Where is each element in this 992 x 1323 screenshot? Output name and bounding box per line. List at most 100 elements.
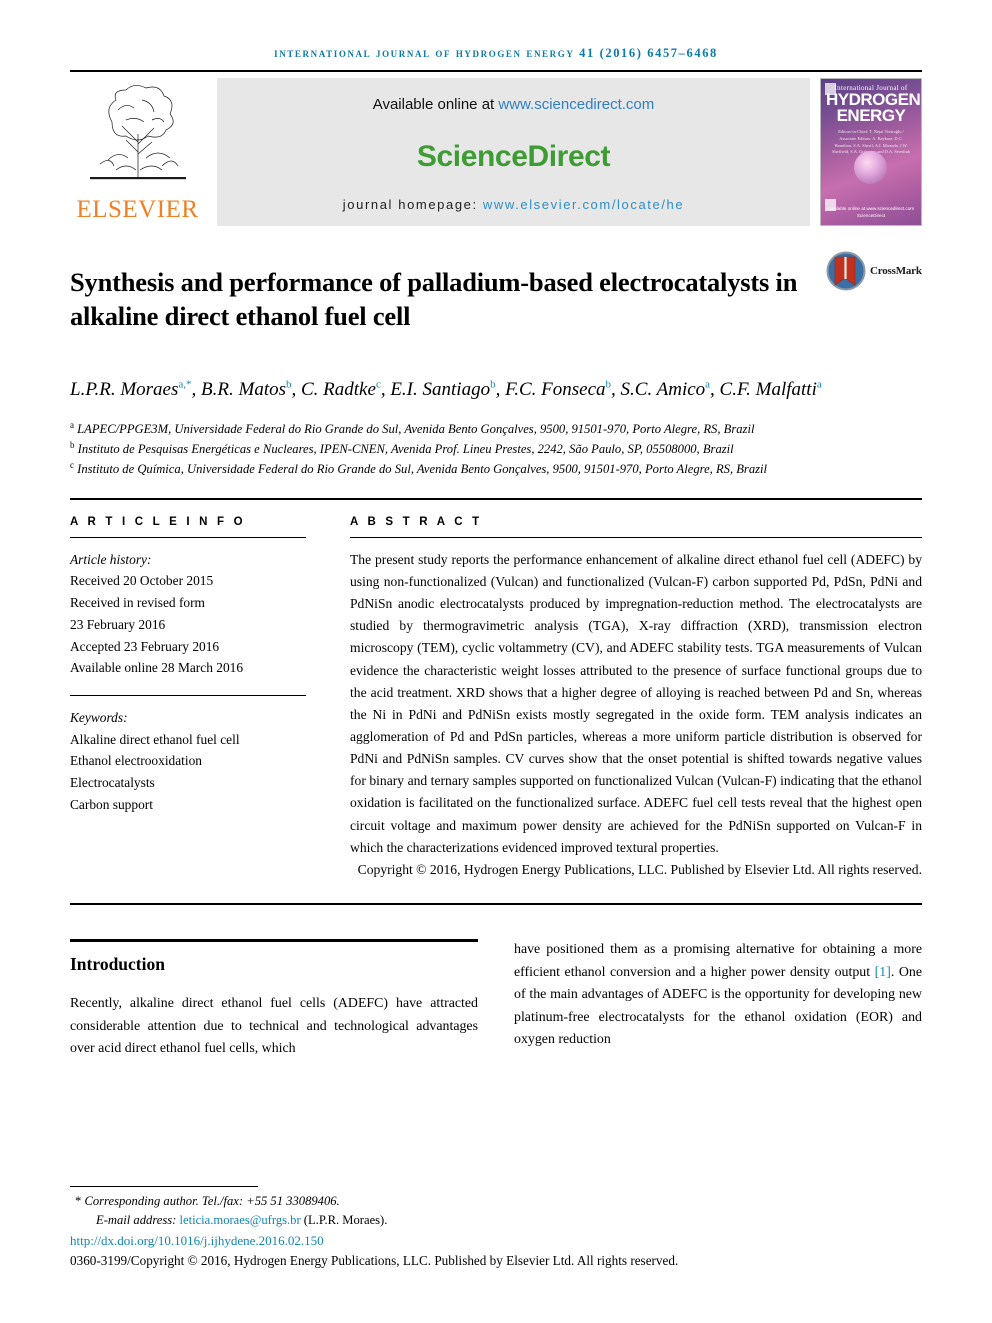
affiliation-list: a LAPEC/PPGE3M, Universidade Federal do … bbox=[70, 419, 922, 480]
header-rule bbox=[70, 70, 922, 72]
affiliation-marker: b bbox=[70, 440, 75, 451]
cover-sciencedirect-note: Available online at www.sciencedirect.co… bbox=[827, 206, 915, 219]
author-item: S.C. Amicoa bbox=[621, 379, 711, 400]
section-divider-bottom bbox=[70, 903, 922, 906]
abstract-copyright: Copyright © 2016, Hydrogen Energy Public… bbox=[357, 861, 922, 877]
crossmark-label: CrossMark bbox=[870, 265, 922, 277]
citation-link-1[interactable]: [1] bbox=[875, 965, 891, 980]
author-list: L.P.R. Moraesa,*, B.R. Matosb, C. Radtke… bbox=[70, 378, 822, 401]
author-affil-marker: a bbox=[705, 378, 711, 391]
crossmark-icon bbox=[826, 251, 866, 291]
journal-homepage-line: journal homepage: www.elsevier.com/locat… bbox=[343, 197, 684, 212]
journal-homepage-url[interactable]: www.elsevier.com/locate/he bbox=[483, 197, 684, 212]
keywords-block: Keywords: Alkaline direct ethanol fuel c… bbox=[70, 707, 306, 816]
author-item: C.F. Malfattia bbox=[720, 379, 822, 400]
page-title: Synthesis and performance of palladium-b… bbox=[70, 266, 798, 331]
keyword-item: Ethanol electrooxidation bbox=[70, 753, 203, 769]
abstract-column: A B S T R A C T The present study report… bbox=[350, 516, 922, 881]
sciencedirect-logo: ScienceDirect bbox=[416, 140, 611, 173]
introduction-heading: Introduction bbox=[70, 954, 165, 975]
doi-link[interactable]: http://dx.doi.org/10.1016/j.ijhydene.201… bbox=[70, 1231, 922, 1251]
column-gap bbox=[306, 516, 350, 881]
crossmark-badge[interactable]: CrossMark bbox=[826, 248, 922, 291]
article-info-column: A R T I C L E I N F O Article history: R… bbox=[70, 516, 306, 881]
cover-orb-graphic bbox=[854, 151, 887, 184]
author-affil-marker: b bbox=[490, 378, 496, 391]
author-name: C. Radtke bbox=[301, 379, 376, 401]
section-divider-top bbox=[70, 497, 922, 500]
elsevier-wordmark: ELSEVIER bbox=[76, 196, 199, 223]
author-name: B.R. Matos bbox=[201, 379, 286, 401]
cover-journal-energy: ENERGY bbox=[836, 106, 906, 126]
author-item: C. Radtkec bbox=[301, 379, 381, 400]
abstract-heading: A B S T R A C T bbox=[350, 515, 483, 528]
journal-homepage-label: journal homepage: bbox=[342, 197, 483, 212]
introduction-paragraph-right: have positioned them as a promising alte… bbox=[514, 939, 922, 1052]
author-name: F.C. Fonseca bbox=[505, 379, 606, 401]
author-item: F.C. Fonsecab bbox=[505, 379, 611, 400]
issn-copyright-line: 0360-3199/Copyright © 2016, Hydrogen Ene… bbox=[70, 1253, 679, 1269]
author-name: E.I. Santiago bbox=[390, 379, 491, 401]
author-affil-marker: c bbox=[375, 378, 381, 391]
article-history-item: Received in revised form bbox=[70, 595, 205, 611]
affiliation-item: b Instituto de Pesquisas Energéticas e N… bbox=[70, 439, 922, 459]
email-note: E-mail address: leticia.moraes@ufrgs.br … bbox=[70, 1211, 922, 1230]
introduction-right-column: have positioned them as a promising alte… bbox=[514, 939, 922, 1061]
info-abstract-columns: A R T I C L E I N F O Article history: R… bbox=[70, 516, 922, 881]
cover-badge-top-icon bbox=[825, 83, 836, 95]
article-history-item: Accepted 23 February 2016 bbox=[70, 638, 220, 654]
author-name: C.F. Malfatti bbox=[719, 379, 817, 401]
email-owner: (L.P.R. Moraes). bbox=[300, 1212, 388, 1227]
article-first-page: International Journal of Hydrogen Energy… bbox=[0, 0, 992, 1323]
footnote-rule bbox=[70, 1185, 258, 1187]
running-head: International Journal of Hydrogen Energy… bbox=[274, 46, 718, 60]
affiliation-marker: c bbox=[70, 460, 74, 471]
author-affil-marker: a bbox=[816, 378, 822, 391]
introduction-column-gap bbox=[478, 939, 514, 1061]
journal-cover-image: International Journal of HYDROGEN ENERGY… bbox=[820, 78, 922, 226]
affiliation-item: c Instituto de Química, Universidade Fed… bbox=[70, 459, 922, 479]
introduction-text-pre: have positioned them as a promising alte… bbox=[514, 942, 922, 980]
author-affil-marker: b bbox=[605, 378, 612, 391]
affiliation-text: LAPEC/PPGE3M, Universidade Federal do Ri… bbox=[77, 421, 755, 436]
sciencedirect-url[interactable]: www.sciencedirect.com bbox=[498, 96, 654, 113]
author-item: E.I. Santiagob bbox=[390, 379, 495, 400]
keyword-item: Alkaline direct ethanol fuel cell bbox=[70, 731, 240, 747]
article-history-label: Article history: bbox=[70, 551, 152, 567]
email-link[interactable]: leticia.moraes@ufrgs.br bbox=[179, 1213, 300, 1227]
introduction-rule bbox=[70, 939, 478, 943]
author-name: S.C. Amico bbox=[620, 379, 706, 401]
available-online-line: Available online at www.sciencedirect.co… bbox=[373, 96, 655, 113]
abstract-rule bbox=[350, 536, 922, 538]
corresponding-author-text: Corresponding author. Tel./fax: +55 51 3… bbox=[81, 1193, 340, 1208]
corresponding-author-note: * Corresponding author. Tel./fax: +55 51… bbox=[70, 1192, 922, 1211]
keyword-item: Carbon support bbox=[70, 796, 153, 812]
title-row: Synthesis and performance of palladium-b… bbox=[70, 248, 922, 351]
page-footer: * Corresponding author. Tel./fax: +55 51… bbox=[70, 1185, 922, 1271]
article-history-item: Available online 28 March 2016 bbox=[70, 660, 244, 676]
affiliation-item: a LAPEC/PPGE3M, Universidade Federal do … bbox=[70, 419, 922, 439]
introduction-paragraph-left: Recently, alkaline direct ethanol fuel c… bbox=[70, 996, 478, 1057]
author-affil-marker: a,* bbox=[178, 378, 192, 391]
elsevier-logo: ELSEVIER bbox=[70, 78, 205, 226]
article-history-item: Received 20 October 2015 bbox=[70, 573, 214, 589]
journal-masthead: ELSEVIER Available online at www.science… bbox=[70, 78, 922, 226]
affiliation-marker: a bbox=[70, 419, 74, 430]
author-affil-marker: b bbox=[286, 378, 292, 391]
affiliation-text: Instituto de Pesquisas Energéticas e Nuc… bbox=[77, 442, 734, 457]
email-label: E-mail address: bbox=[96, 1212, 180, 1227]
abstract-text: The present study reports the performanc… bbox=[350, 551, 922, 855]
keyword-item: Electrocatalysts bbox=[70, 775, 155, 791]
article-history-item: 23 February 2016 bbox=[70, 616, 166, 632]
sciencedirect-banner: Available online at www.sciencedirect.co… bbox=[217, 78, 810, 226]
article-history: Article history: Received 20 October 201… bbox=[70, 549, 306, 679]
introduction-section: Introduction Recently, alkaline direct e… bbox=[70, 939, 922, 1061]
elsevier-tree-icon bbox=[89, 85, 186, 180]
author-item: L.P.R. Moraesa,* bbox=[70, 379, 192, 400]
article-info-heading: A R T I C L E I N F O bbox=[70, 515, 246, 528]
author-name: L.P.R. Moraes bbox=[70, 379, 179, 401]
available-online-label: Available online at bbox=[372, 96, 499, 113]
introduction-left-column: Introduction Recently, alkaline direct e… bbox=[70, 939, 478, 1061]
author-item: B.R. Matosb bbox=[201, 379, 291, 400]
keywords-label: Keywords: bbox=[70, 709, 128, 725]
